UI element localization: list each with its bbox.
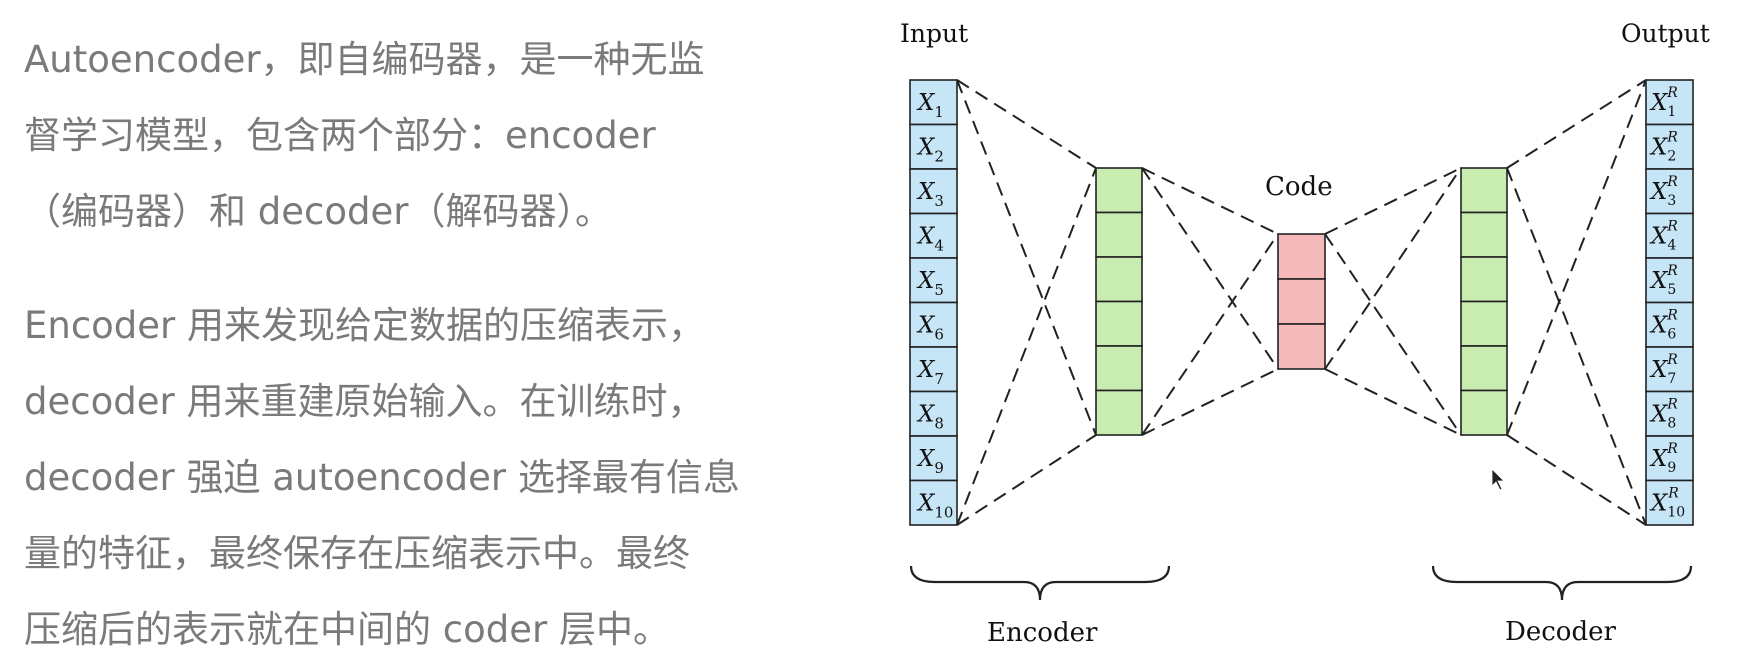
output-title: Output — [1621, 19, 1710, 48]
decoder-hidden-neuron — [1460, 345, 1508, 392]
code-neuron — [1277, 323, 1326, 370]
output-neuron-label: X5R — [1649, 263, 1678, 298]
connection-line — [1506, 434, 1647, 526]
encoder-hidden-neuron — [1095, 167, 1143, 214]
input-neuron-label: X5 — [916, 268, 944, 299]
mouse-cursor-icon — [1491, 468, 1505, 491]
detail-paragraph: Encoder 用来发现给定数据的压缩表示， decoder 用来重建原始输入。… — [24, 288, 740, 668]
connection-line — [956, 79, 1097, 169]
input-neuron-label: X8 — [916, 402, 944, 433]
decoder-hidden-neuron — [1460, 300, 1508, 347]
connection-line — [1141, 167, 1279, 370]
input-neuron — [909, 257, 958, 304]
connection-line — [1324, 233, 1462, 436]
decoder-hidden-neuron — [1460, 167, 1508, 214]
encoder-brace — [909, 565, 1171, 601]
connection-lines — [956, 79, 1647, 526]
output-neuron-label: X8R — [1649, 397, 1678, 432]
decoder-hidden-neuron — [1460, 256, 1508, 303]
detail-line-5: 压缩后的表示就在中间的 coder 层中。 — [24, 608, 670, 651]
input-neuron — [909, 301, 958, 348]
input-neuron — [909, 168, 958, 215]
encoder-hidden-neuron — [1095, 211, 1143, 258]
encoder-hidden-neuron — [1095, 389, 1143, 436]
connection-line — [1324, 368, 1462, 436]
output-neuron — [1645, 346, 1694, 393]
output-neuron-label: X3R — [1649, 174, 1678, 209]
output-neuron-label: X10R — [1649, 486, 1685, 521]
output-neuron — [1645, 390, 1694, 437]
decoder-hidden-neuron — [1460, 211, 1508, 258]
detail-line-1: Encoder 用来发现给定数据的压缩表示， — [24, 304, 706, 347]
output-neuron — [1645, 123, 1694, 170]
input-neuron-label: X1 — [916, 90, 944, 121]
output-neuron — [1645, 479, 1694, 526]
output-neuron — [1645, 301, 1694, 348]
network-layers: X1 X2 X3 X4 X5 X6 X7 X8 X9 X10 X1R X2R X3R X4R X5R X6R X… — [909, 79, 1694, 526]
detail-line-3: decoder 强迫 autoencoder 选择最有信息 — [24, 456, 740, 499]
input-neuron — [909, 346, 958, 393]
output-neuron — [1645, 168, 1694, 215]
input-neuron-label: X7 — [916, 357, 944, 388]
input-title: Input — [900, 19, 968, 48]
input-neuron — [909, 79, 958, 126]
input-neuron — [909, 390, 958, 437]
connection-line — [956, 79, 1097, 436]
input-neuron-label: X4 — [916, 224, 944, 255]
code-neuron — [1277, 278, 1326, 325]
input-neuron-label: X9 — [916, 446, 944, 477]
input-neuron — [909, 212, 958, 259]
input-neuron-label: X2 — [916, 135, 944, 166]
output-neuron-label: X1R — [1649, 85, 1678, 120]
intro-line-3: （编码器）和 decoder（解码器）。 — [24, 190, 612, 233]
input-neuron — [909, 479, 958, 526]
code-neuron — [1277, 233, 1326, 280]
encoder-hidden-neuron — [1095, 256, 1143, 303]
output-neuron — [1645, 212, 1694, 259]
input-neuron-label: X10 — [916, 491, 953, 522]
detail-line-2: decoder 用来重建原始输入。在训练时， — [24, 380, 705, 423]
intro-line-2: 督学习模型，包含两个部分：encoder — [24, 114, 656, 157]
connection-line — [1506, 79, 1647, 169]
encoder-hidden-neuron — [1095, 345, 1143, 392]
decoder-hidden-neuron — [1460, 389, 1508, 436]
output-neuron-label: X2R — [1649, 130, 1678, 165]
intro-line-1: Autoencoder，即自编码器，是一种无监 — [24, 38, 705, 81]
encoder-label: Encoder — [987, 618, 1098, 648]
output-neuron — [1645, 79, 1694, 126]
encoder-hidden-neuron — [1095, 300, 1143, 347]
decoder-label: Decoder — [1505, 617, 1616, 647]
connection-line — [1324, 167, 1462, 235]
intro-paragraph: Autoencoder，即自编码器，是一种无监 督学习模型，包含两个部分：enc… — [24, 22, 705, 250]
input-neuron — [909, 123, 958, 170]
input-neuron-label: X3 — [916, 179, 944, 210]
detail-line-4: 量的特征，最终保存在压缩表示中。最终 — [24, 532, 690, 575]
input-neuron — [909, 435, 958, 482]
output-neuron-label: X6R — [1649, 308, 1678, 343]
connection-line — [1506, 79, 1647, 436]
connection-line — [1506, 167, 1647, 526]
decoder-brace — [1431, 565, 1693, 601]
output-neuron-label: X4R — [1649, 219, 1678, 254]
output-neuron-label: X7R — [1649, 352, 1678, 387]
connection-line — [1141, 233, 1279, 436]
output-neuron — [1645, 257, 1694, 304]
connection-line — [1141, 368, 1279, 436]
connection-line — [956, 167, 1097, 526]
output-neuron — [1645, 435, 1694, 482]
connection-line — [1141, 167, 1279, 235]
connection-line — [956, 434, 1097, 526]
connection-line — [1324, 167, 1462, 370]
input-neuron-label: X6 — [916, 313, 944, 344]
code-label: Code — [1265, 172, 1333, 202]
output-neuron-label: X9R — [1649, 441, 1678, 476]
